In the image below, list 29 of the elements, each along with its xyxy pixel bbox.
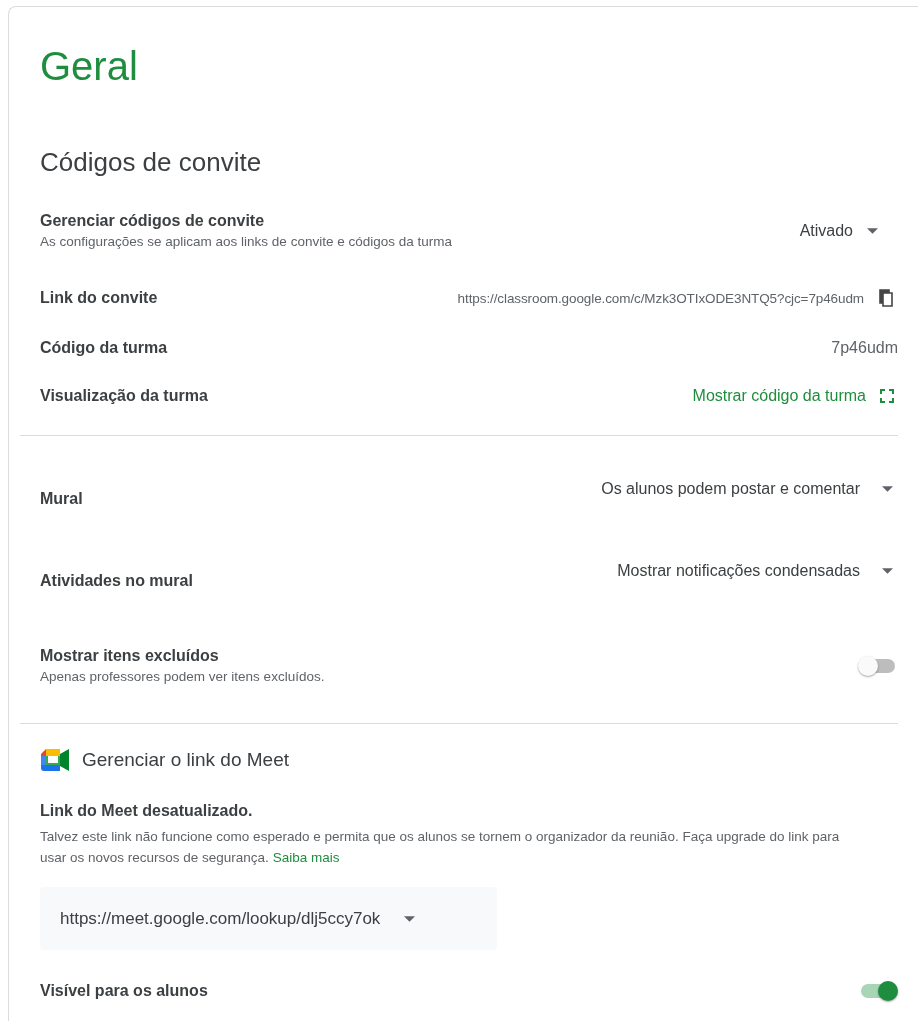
setting-description: Apenas professores podem ver itens excluídos. xyxy=(40,668,325,686)
show-code-link[interactable]: Mostrar código da turma xyxy=(692,387,866,405)
setting-label: Mural xyxy=(40,489,83,509)
status-dropdown[interactable]: Ativado xyxy=(799,222,878,240)
fullscreen-icon[interactable] xyxy=(880,389,894,403)
warning-text: Talvez este link não funcione como esperado e permita que os alunos se tornem o organizador da reunião. Faça upgrade do link para usar os novos recursos de segurança. Saiba mais xyxy=(40,828,840,867)
caret-icon xyxy=(404,915,416,922)
video-camera-icon xyxy=(40,748,70,772)
setting-label: Link do convite xyxy=(40,288,158,308)
setting-label: Gerenciar códigos de convite xyxy=(40,211,266,231)
setting-label: Código da turma xyxy=(40,338,168,358)
setting-label: Mostrar itens excluídos xyxy=(40,646,220,666)
learn-more-link[interactable]: Saiba mais xyxy=(272,850,340,865)
setting-label: Visível para os alunos xyxy=(40,981,208,1001)
meet-link-dropdown[interactable]: https://meet.google.com/lookup/dlj5ccy7ok xyxy=(40,887,497,950)
setting-dropdown[interactable]: Os alunos podem postar e comentar xyxy=(601,480,898,498)
warning-title: Link do Meet desatualizado. xyxy=(40,802,254,820)
setting-dropdown[interactable]: Mostrar notificações condensadas xyxy=(617,562,898,580)
setting-label: Atividades no mural xyxy=(40,571,193,591)
page-title: Geral xyxy=(40,43,139,90)
setting-label: Visualização da turma xyxy=(40,386,208,406)
setting-description: As configurações se aplicam aos links de convite e códigos da turma xyxy=(40,233,452,251)
caret-icon xyxy=(867,228,878,234)
section-heading: Códigos de convite xyxy=(40,146,263,178)
caret-icon xyxy=(882,568,893,574)
section-heading: Gerenciar o link do Meet xyxy=(82,749,289,771)
class-code: 7p46udm xyxy=(831,339,898,357)
caret-icon xyxy=(882,486,893,492)
copy-icon[interactable] xyxy=(878,289,894,307)
